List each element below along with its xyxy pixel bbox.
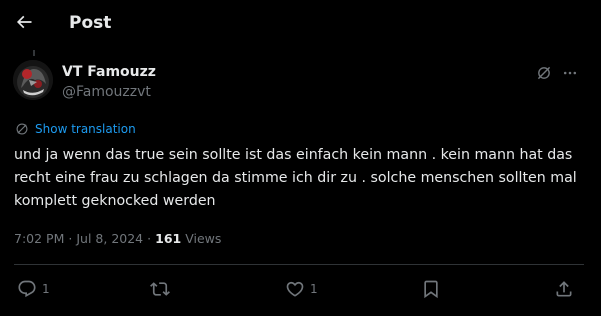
globe-icon bbox=[15, 122, 29, 136]
grok-icon bbox=[536, 65, 552, 81]
show-translation-label: Show translation bbox=[35, 122, 136, 136]
divider bbox=[14, 264, 584, 265]
views-count: 161 bbox=[155, 231, 182, 246]
bookmark-button[interactable] bbox=[421, 278, 441, 300]
more-horizontal-icon bbox=[562, 65, 578, 81]
post-date[interactable]: Jul 8, 2024 bbox=[76, 231, 143, 246]
show-translation-link[interactable]: Show translation bbox=[15, 120, 136, 138]
author-handle[interactable]: @Famouzzvt bbox=[62, 84, 151, 100]
post-meta: 7:02 PM · Jul 8, 2024 · 161 Views bbox=[14, 231, 221, 246]
like-count: 1 bbox=[310, 282, 318, 296]
arrow-left-icon bbox=[14, 12, 34, 32]
reply-count: 1 bbox=[42, 282, 50, 296]
meta-separator: · bbox=[68, 231, 73, 246]
author-display-name[interactable]: VT Famouzz bbox=[62, 64, 156, 80]
grok-button[interactable] bbox=[533, 62, 555, 84]
bookmark-icon bbox=[421, 279, 441, 299]
repost-icon bbox=[150, 279, 170, 299]
share-icon bbox=[554, 279, 574, 299]
avatar[interactable] bbox=[13, 60, 53, 100]
more-options-button[interactable] bbox=[559, 62, 581, 84]
post-time[interactable]: 7:02 PM bbox=[14, 231, 64, 246]
like-button[interactable]: 1 bbox=[285, 278, 318, 300]
meta-separator: · bbox=[147, 231, 152, 246]
reply-button[interactable]: 1 bbox=[17, 278, 50, 300]
post-text: und ja wenn das true sein sollte ist das… bbox=[14, 147, 577, 209]
repost-button[interactable] bbox=[150, 278, 170, 300]
post-header: Post bbox=[0, 0, 601, 50]
reply-icon bbox=[17, 279, 37, 299]
views-label: Views bbox=[185, 231, 222, 246]
thread-connector-line bbox=[33, 50, 35, 56]
page-title: Post bbox=[69, 13, 112, 33]
share-button[interactable] bbox=[554, 278, 574, 300]
back-button[interactable] bbox=[10, 8, 38, 36]
heart-icon bbox=[285, 279, 305, 299]
